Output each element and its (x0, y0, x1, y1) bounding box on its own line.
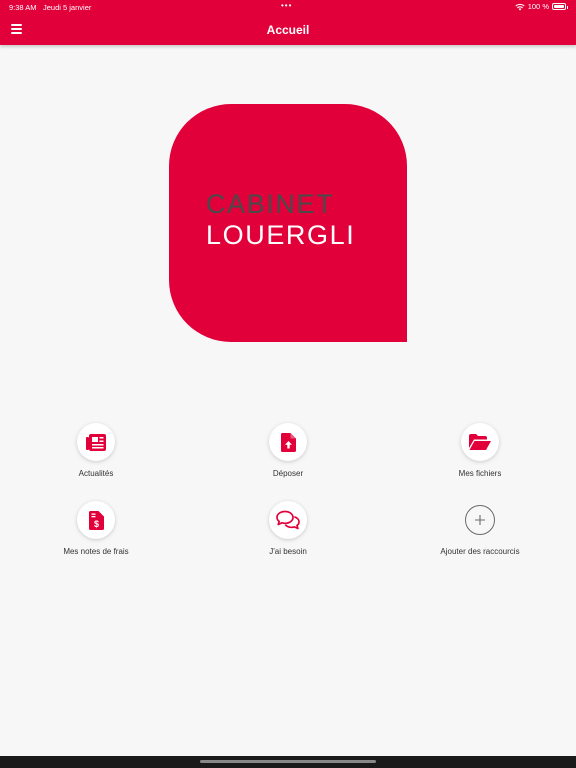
shortcut-label: Ajouter des raccourcis (440, 547, 520, 556)
logo-line-1: CABINET (206, 189, 335, 219)
shortcut-label: Mes notes de frais (63, 547, 129, 556)
plus-icon (475, 515, 485, 525)
shortcut-label: J'ai besoin (269, 547, 307, 556)
expense-file-icon: $ (88, 510, 104, 530)
chat-bubbles-icon (276, 510, 300, 530)
page-title: Accueil (266, 23, 310, 37)
shortcut-label: Mes fichiers (458, 469, 502, 478)
battery-percent: 100 % (527, 2, 549, 11)
shortcut-label: Actualités (78, 469, 114, 478)
status-indicators: 100 % (515, 2, 568, 11)
svg-text:$: $ (93, 519, 98, 529)
logo-line-2: LOUERGLI (206, 220, 356, 250)
multitasking-dots[interactable]: ••• (281, 1, 292, 10)
status-bar: 9:38 AM Jeudi 5 janvier ••• 100 % (0, 0, 576, 14)
wifi-icon (515, 3, 525, 10)
nav-bar: Accueil (0, 14, 576, 45)
battery-icon (552, 3, 568, 10)
status-date: Jeudi 5 janvier (43, 3, 92, 12)
home-indicator[interactable] (200, 760, 376, 763)
newspaper-icon (86, 433, 106, 451)
shortcut-label: Déposer (272, 469, 304, 478)
folder-open-icon (469, 434, 491, 450)
file-upload-icon (280, 432, 296, 452)
status-time: 9:38 AM (9, 3, 37, 12)
cabinet-logo: CABINET LOUERGLI (169, 104, 407, 342)
